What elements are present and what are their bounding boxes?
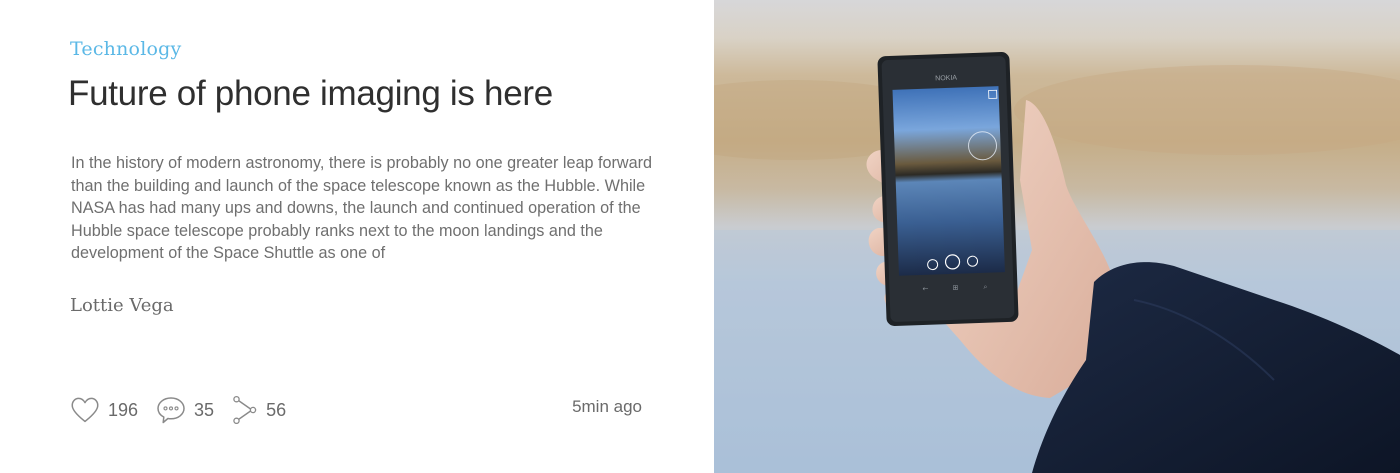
article-stats: 196 35 56 [70,394,304,426]
svg-text:⌕: ⌕ [983,283,987,291]
photo-phone-in-hand: NOKIA ← ⊞ ⌕ [714,0,1400,473]
article-excerpt: In the history of modern astronomy, ther… [71,154,652,262]
author-name[interactable]: Lottie Vega [70,295,174,316]
phone-brand-label: NOKIA [935,75,957,83]
article-title[interactable]: Future of phone imaging is here [68,74,553,114]
heart-icon [71,397,99,423]
category-label[interactable]: Technology [70,38,181,60]
article-photo[interactable]: NOKIA ← ⊞ ⌕ [714,0,1400,473]
share-icon [233,395,257,425]
article-content: Technology Future of phone imaging is he… [0,0,714,473]
share-button[interactable]: 56 [232,395,286,425]
like-count: 196 [108,399,139,420]
svg-text:⊞: ⊞ [952,284,958,292]
like-button[interactable]: 196 [70,396,138,424]
post-time: 5min ago [572,397,642,416]
article-card[interactable]: Technology Future of phone imaging is he… [0,0,1400,473]
comment-count: 35 [194,399,215,420]
svg-text:←: ← [922,285,928,293]
share-count: 56 [266,399,287,420]
comment-button[interactable]: 35 [156,395,214,425]
speech-bubble-icon [157,397,185,424]
